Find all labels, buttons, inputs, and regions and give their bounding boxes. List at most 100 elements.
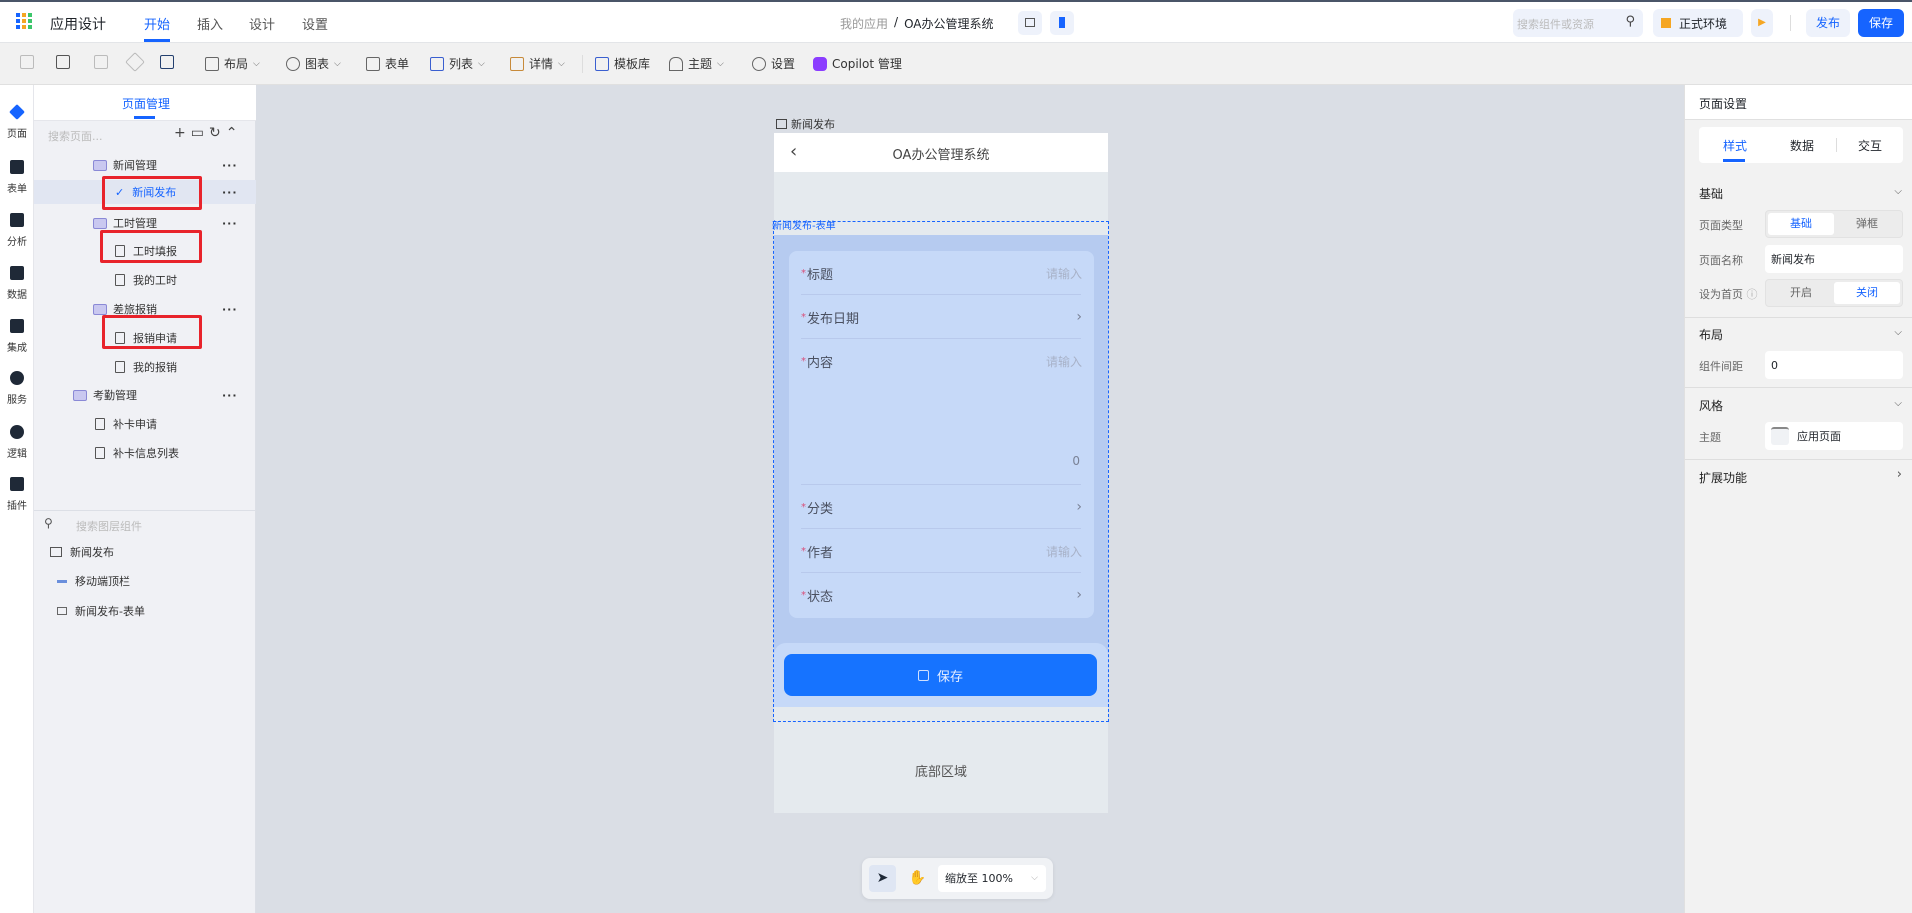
delete-icon[interactable] (94, 55, 108, 69)
search-placeholder: 搜索组件或资源 (1517, 18, 1594, 31)
collapse-icon[interactable]: ⌃ (226, 125, 243, 141)
rail-item-logic[interactable]: 逻辑 (0, 425, 34, 460)
section-layout[interactable]: 布局 (1699, 326, 1723, 343)
chevron-right-icon[interactable]: › (1897, 467, 1902, 482)
tree-page[interactable]: 我的工时 (34, 268, 256, 292)
mobile-preview-icon[interactable] (1050, 11, 1074, 35)
desktop-preview-icon[interactable] (1018, 11, 1042, 35)
tab-start[interactable]: 开始 (144, 14, 170, 33)
layer-item[interactable]: 新闻发布 (34, 540, 256, 564)
more-icon[interactable]: ··· (222, 303, 238, 316)
help-icon[interactable]: ⓘ (1747, 288, 1758, 301)
footer-area: 底部区域 (914, 765, 967, 780)
tree-folder[interactable]: 新闻管理 ··· (34, 153, 256, 177)
tree-folder[interactable]: 考勤管理 ··· (34, 383, 256, 407)
section-basic[interactable]: 基础 (1699, 185, 1723, 202)
option-basic[interactable]: 基础 (1768, 213, 1834, 235)
canvas-controls: ➤ ✋ 缩放至 100% ⌵ (862, 858, 1053, 899)
field-content[interactable]: * 内容 请输入 (789, 339, 1094, 383)
page-label-text: 新闻发布 (791, 118, 835, 131)
form-button[interactable]: 表单 (366, 55, 409, 72)
layer-search-input[interactable]: 搜索图层组件 (76, 518, 142, 534)
app-grid-icon[interactable] (16, 13, 32, 29)
spacing-input[interactable]: 0 (1765, 351, 1903, 379)
add-icon[interactable]: + (174, 125, 191, 141)
layer-item[interactable]: 新闻发布-表单 (34, 599, 256, 623)
rail-item-data[interactable]: 数据 (0, 266, 34, 301)
template-library-button[interactable]: 模板库 (595, 55, 650, 72)
chevron-down-icon[interactable]: ⌵ (1894, 186, 1902, 197)
tab-page-management[interactable]: 页面管理 (122, 95, 170, 112)
add-folder-icon[interactable]: ▭ (191, 125, 209, 141)
eraser-icon[interactable] (125, 52, 145, 72)
publish-button[interactable]: 发布 (1806, 9, 1850, 37)
page-name-input[interactable]: 新闻发布 (1765, 245, 1903, 273)
more-icon[interactable]: ··· (222, 159, 238, 172)
option-on[interactable]: 开启 (1768, 282, 1834, 304)
list-menu[interactable]: 列表 ⌵ (430, 55, 485, 72)
environment-selector[interactable]: 正式环境 (1653, 9, 1743, 37)
form-component-icon (57, 607, 67, 615)
layout-menu[interactable]: 布局 ⌵ (205, 55, 260, 72)
panel-tabs: 样式 数据 交互 (1699, 127, 1903, 163)
tab-insert[interactable]: 插入 (197, 14, 223, 33)
tree-page[interactable]: 补卡申请 (34, 412, 256, 436)
tab-settings[interactable]: 设置 (302, 14, 328, 33)
detail-icon (510, 56, 524, 71)
chart-menu[interactable]: 图表 ⌵ (286, 55, 341, 72)
rail-item-services[interactable]: 服务 (0, 371, 34, 406)
rail-item-integration[interactable]: 集成 (0, 319, 34, 354)
more-icon[interactable]: ··· (222, 186, 238, 199)
section-extensions[interactable]: 扩展功能 (1699, 469, 1747, 486)
theme-selector[interactable]: 应用页面 (1765, 422, 1903, 450)
field-publish-date[interactable]: * 发布日期 › (789, 295, 1094, 339)
field-status[interactable]: * 状态 › (789, 573, 1094, 617)
chevron-down-icon[interactable]: ⌵ (1894, 327, 1902, 338)
rail-item-analytics[interactable]: 分析 (0, 213, 34, 248)
page-search-input[interactable]: 搜索页面... (48, 128, 103, 144)
copy-icon[interactable] (20, 55, 34, 69)
tab-style[interactable]: 样式 (1723, 137, 1747, 154)
more-icon[interactable]: ··· (222, 217, 238, 230)
breadcrumb-parent[interactable]: 我的应用 (840, 15, 888, 32)
page-icon (115, 361, 125, 373)
field-title[interactable]: * 标题 请输入 (789, 251, 1094, 295)
chevron-down-icon[interactable]: ⌵ (1894, 398, 1902, 409)
option-off[interactable]: 关闭 (1834, 282, 1900, 304)
refresh-icon[interactable]: ↻ (209, 125, 226, 141)
option-dialog[interactable]: 弹框 (1834, 213, 1900, 235)
search-input[interactable]: 搜索组件或资源 ⚲ (1513, 9, 1643, 37)
more-icon[interactable]: ··· (222, 389, 238, 402)
layer-item[interactable]: 移动端顶栏 (34, 569, 256, 593)
homepage-toggle[interactable]: 开启 关闭 (1765, 279, 1903, 307)
copilot-button[interactable]: Copilot 管理 (813, 55, 902, 72)
tree-label: 补卡信息列表 (113, 447, 179, 460)
field-author[interactable]: * 作者 请输入 (789, 529, 1094, 573)
zoom-select[interactable]: 缩放至 100% ⌵ (938, 865, 1046, 892)
settings-button[interactable]: 设置 (752, 55, 795, 72)
list-icon (430, 56, 444, 71)
tree-page[interactable]: 补卡信息列表 (34, 441, 256, 465)
detail-menu[interactable]: 详情 ⌵ (510, 55, 565, 72)
chevron-down-icon: ⌵ (478, 58, 485, 69)
hand-tool-icon[interactable]: ✋ (904, 865, 931, 892)
zoom-value: 缩放至 100% (945, 872, 1013, 885)
rail-item-pages[interactable]: 页面 (0, 104, 34, 140)
tab-interaction[interactable]: 交互 (1858, 137, 1882, 154)
tab-data[interactable]: 数据 (1790, 137, 1814, 154)
select-tool-icon[interactable]: ➤ (869, 865, 896, 892)
rail-item-plugins[interactable]: 插件 (0, 477, 34, 512)
page-type-toggle[interactable]: 基础 弹框 (1765, 210, 1903, 238)
section-style[interactable]: 风格 (1699, 397, 1723, 414)
preview-play-button[interactable]: ▶ (1751, 9, 1773, 37)
field-category[interactable]: * 分类 › (789, 485, 1094, 529)
clear-icon[interactable] (160, 55, 174, 69)
folder-icon (93, 303, 107, 315)
rail-item-forms[interactable]: 表单 (0, 160, 34, 195)
tab-design[interactable]: 设计 (249, 14, 275, 33)
save-button[interactable]: 保存 (1858, 9, 1904, 37)
paste-icon[interactable] (56, 55, 70, 69)
tree-page[interactable]: 我的报销 (34, 355, 256, 379)
form-save-button[interactable]: 保存 (784, 654, 1097, 696)
theme-menu[interactable]: 主题 ⌵ (669, 55, 724, 72)
